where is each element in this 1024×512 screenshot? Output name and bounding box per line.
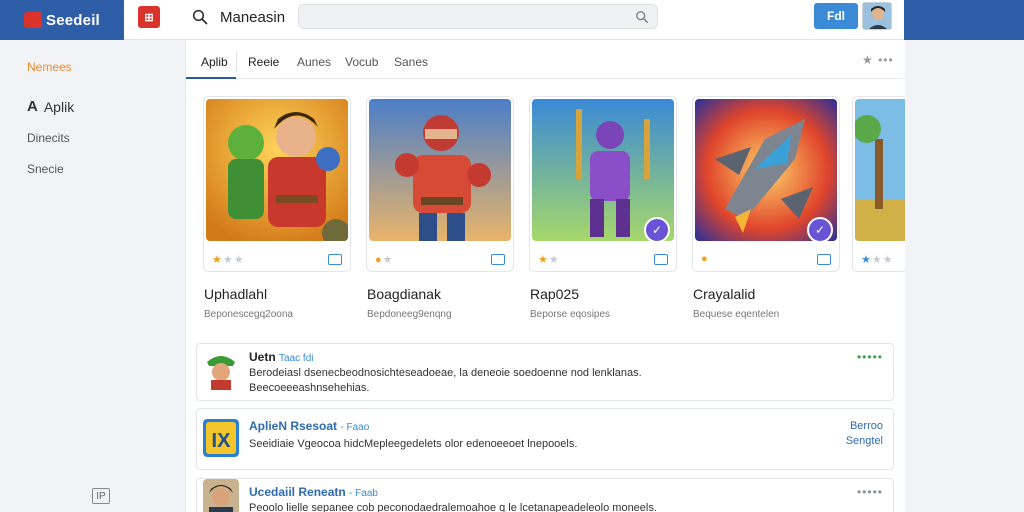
page-title: Maneasin <box>220 9 286 26</box>
sidebar-item-3[interactable]: Snecie <box>27 162 64 176</box>
app-card-subtitle: Beporse eqosipes <box>530 309 611 320</box>
more-options-icon[interactable]: ★ ••• <box>862 53 894 67</box>
sidebar-item-label: Aplik <box>43 98 75 115</box>
tab-2[interactable]: Aunes <box>297 55 331 69</box>
app-card-title[interactable]: Uphadlahl <box>204 286 267 302</box>
search-icon[interactable] <box>192 9 208 25</box>
app-card[interactable]: ●★ <box>366 96 514 272</box>
search-field[interactable] <box>298 4 658 29</box>
app-card-title[interactable]: Boagdianak <box>367 286 441 302</box>
row-app-icon: IX <box>203 419 239 457</box>
tab-divider <box>236 52 237 72</box>
verified-badge-icon: ✓ <box>644 217 670 243</box>
brand-logo-icon <box>24 12 42 28</box>
app-card-artwork <box>855 99 905 241</box>
row-action[interactable]: Berroo Sengtel <box>846 419 883 449</box>
app-card-artwork <box>206 99 348 241</box>
external-link-icon[interactable] <box>328 253 342 265</box>
tab-0[interactable]: Aplib <box>201 55 228 69</box>
row-avatar <box>203 479 239 512</box>
row-avatar <box>203 352 239 390</box>
user-avatar[interactable] <box>862 2 892 30</box>
rating-stars: ★★ <box>538 253 560 266</box>
app-card-meta: ★★★ <box>212 251 342 267</box>
rating-stars: ●★ <box>375 253 394 266</box>
row-description: Seeidiaie Vgeocoa hidcMepleegedelets olo… <box>249 438 578 450</box>
app-card-title[interactable]: Rap025 <box>530 286 579 302</box>
search-input[interactable] <box>299 5 657 28</box>
main-panel: Aplib Reeie Aunes Vocub Sanes ★ ••• ★★★ … <box>185 40 905 512</box>
external-link-icon[interactable] <box>817 253 831 265</box>
app-card-artwork <box>369 99 511 241</box>
row-title[interactable]: Ucedaiil Reneatn - Faab <box>249 485 378 499</box>
external-link-icon[interactable] <box>491 253 505 265</box>
app-card[interactable]: ★★★ <box>852 96 905 272</box>
tab-3[interactable]: Vocub <box>345 55 378 69</box>
app-card[interactable]: ✓ ● <box>692 96 840 272</box>
tab-4[interactable]: Sanes <box>394 55 428 69</box>
app-card-meta: ★★ <box>538 251 668 267</box>
verified-badge-icon: ✓ <box>807 217 833 243</box>
app-card[interactable]: ★★★ <box>203 96 351 272</box>
row-status-dots[interactable]: ••••• <box>857 350 883 364</box>
row-title[interactable]: Uetn Taac fdi <box>249 350 313 364</box>
row-action-line: Berroo <box>849 420 883 432</box>
app-card-title[interactable]: Crayalalid <box>693 286 755 302</box>
header-action-button[interactable]: Fdl <box>814 3 858 29</box>
apps-letter-icon: A <box>27 98 38 115</box>
list-item[interactable]: Ucedaiil Reneatn - Faab Peoolo lielle se… <box>196 478 894 512</box>
brand-name: Seedeil <box>46 11 100 29</box>
external-link-icon[interactable] <box>654 253 668 265</box>
app-card[interactable]: ✓ ★★ <box>529 96 677 272</box>
brand[interactable]: Seedeil <box>0 0 124 40</box>
app-card-meta: ● <box>701 251 831 267</box>
row-description: Peoolo lielle sepanee cob peconodaedrale… <box>249 502 657 512</box>
app-grid-icon[interactable]: ⊞ <box>138 6 160 28</box>
app-card-meta: ●★ <box>375 251 505 267</box>
sidebar: Nemees A Aplik Dinecits Snecie IP <box>0 40 124 512</box>
row-title[interactable]: AplieN Rsesoat - Faao <box>249 419 369 433</box>
list-item[interactable]: Uetn Taac fdi Berodeiasl dsenecbeodnosic… <box>196 343 894 401</box>
tab-bar: Aplib Reeie Aunes Vocub Sanes ★ ••• <box>186 40 905 79</box>
tab-1[interactable]: Reeie <box>248 55 279 69</box>
sidebar-item-2[interactable]: Dinecits <box>27 131 70 145</box>
app-card-meta: ★★★ <box>861 251 903 267</box>
rating-stars: ★★★ <box>212 253 245 266</box>
row-status-dots[interactable]: ••••• <box>857 485 883 499</box>
sidebar-item-1[interactable]: A Aplik <box>27 98 74 115</box>
app-card-subtitle: Beponescegq2oona <box>204 309 293 320</box>
header: ⊞ Maneasin Fdl <box>124 0 904 40</box>
app-card-subtitle: Bequese eqentelen <box>693 309 780 320</box>
avatar-portrait-icon <box>863 3 891 29</box>
rating-stars: ● <box>701 253 709 265</box>
row-description: Berodeiasl dsenecbeodnosichteseadoeae, l… <box>249 367 642 394</box>
svg-text:IX: IX <box>212 430 232 452</box>
collapse-icon[interactable]: IP <box>92 488 110 504</box>
app-card-subtitle: Bepdoneeg9enqng <box>367 309 452 320</box>
list-item[interactable]: IX AplieN Rsesoat - Faao Seeidiaie Vgeoc… <box>196 408 894 470</box>
active-tab-indicator <box>186 77 236 79</box>
rating-stars: ★★★ <box>861 253 894 266</box>
row-action-line: Sengtel <box>845 435 883 447</box>
search-submit-icon[interactable] <box>635 10 649 24</box>
sidebar-item-0[interactable]: Nemees <box>27 60 72 74</box>
